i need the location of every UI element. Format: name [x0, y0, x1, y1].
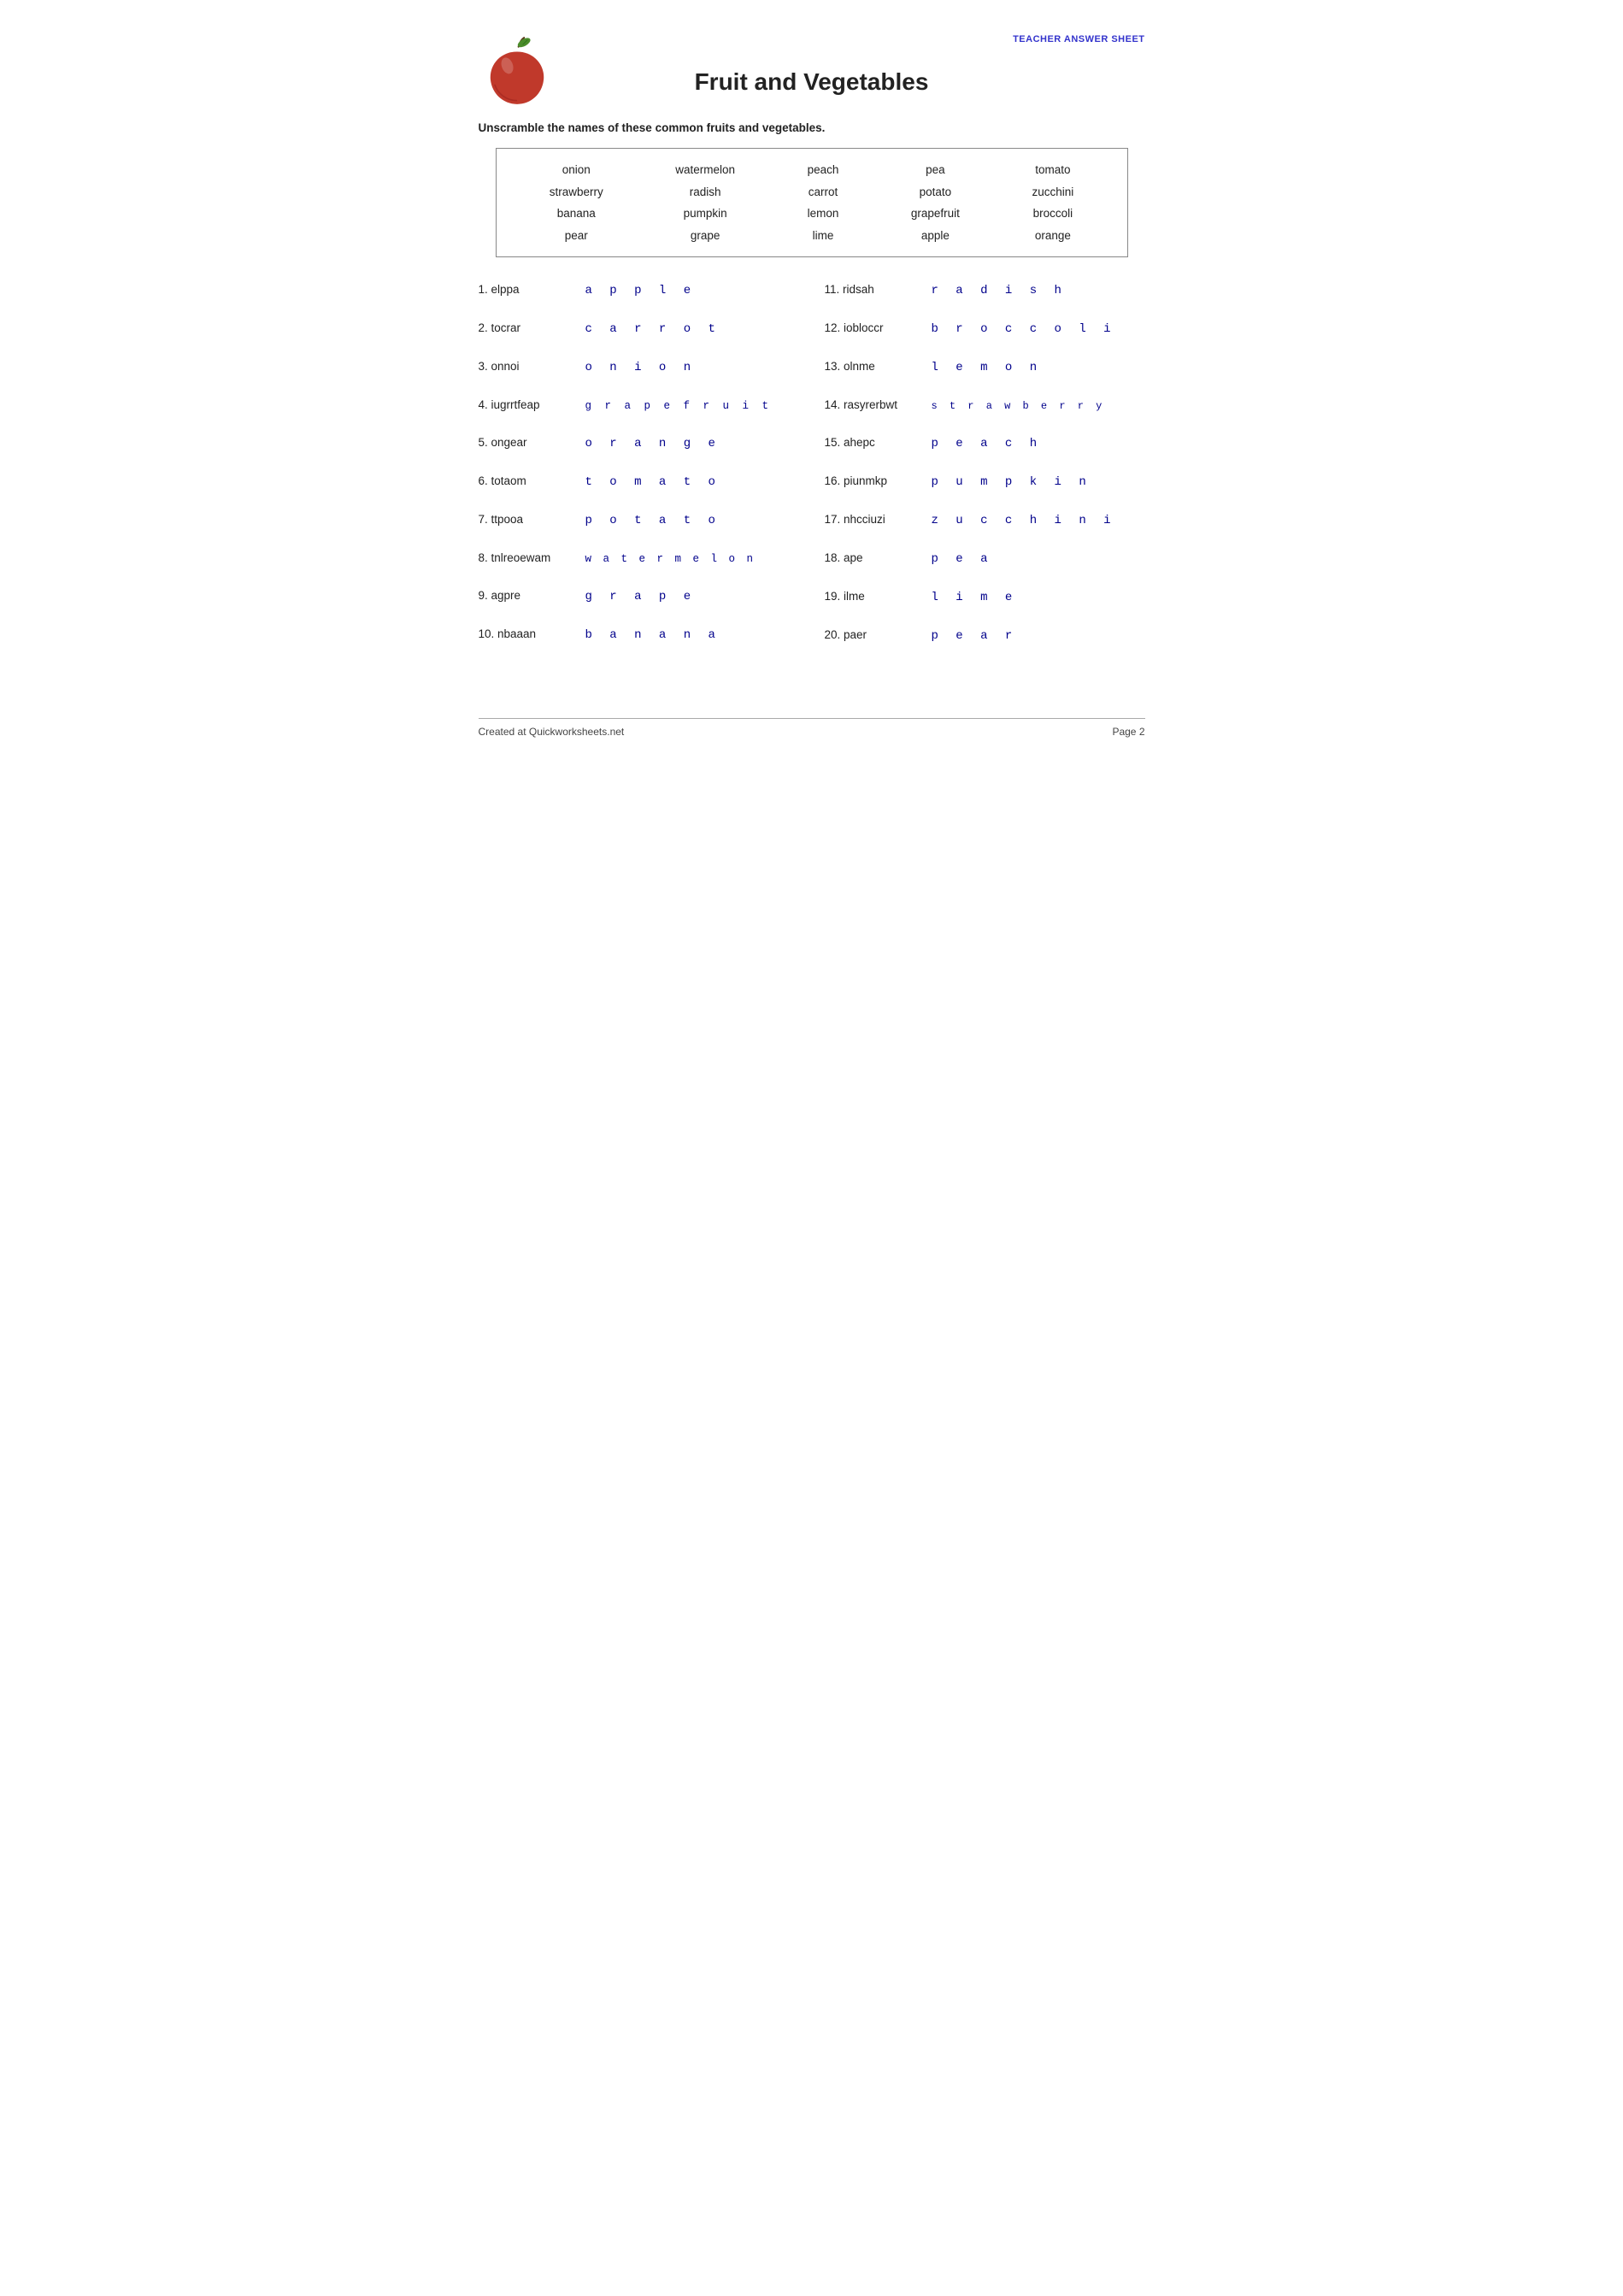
question-number: 10. nbaaan — [479, 627, 560, 640]
word-col-3: peach carrot lemon lime — [808, 161, 839, 244]
question-answer: l i m e — [932, 591, 1145, 604]
questions-section: 1. elppa a p p l e 2. tocrar c a r r o t… — [479, 283, 1145, 667]
questions-right-col: 11. ridsah r a d i s h 12. iobloccr b r … — [816, 283, 1145, 667]
question-number: 9. agpre — [479, 589, 560, 602]
question-number: 19. ilme — [825, 590, 906, 603]
question-answer: r a d i s h — [932, 284, 1145, 297]
question-answer: o r a n g e — [585, 437, 799, 450]
word-bank-inner: onion strawberry banana pear watermelon … — [514, 161, 1110, 244]
question-answer: l e m o n — [932, 361, 1145, 374]
question-row: 7. ttpooa p o t a t o — [479, 513, 799, 527]
question-answer: g r a p e f r u i t — [585, 400, 799, 412]
word-col-5: tomato zucchini broccoli orange — [1032, 161, 1073, 244]
question-number: 11. ridsah — [825, 283, 906, 296]
question-answer: p o t a t o — [585, 514, 799, 527]
question-row: 19. ilme l i m e — [825, 590, 1145, 604]
question-row: 2. tocrar c a r r o t — [479, 321, 799, 336]
question-number: 8. tnlreoewam — [479, 551, 560, 564]
question-answer: p e a c h — [932, 437, 1145, 450]
question-answer: g r a p e — [585, 590, 799, 603]
question-answer: t o m a t o — [585, 475, 799, 489]
question-row: 16. piunmkp p u m p k i n — [825, 474, 1145, 489]
question-row: 5. ongear o r a n g e — [479, 436, 799, 450]
question-answer: z u c c h i n i — [932, 514, 1145, 527]
question-answer: p e a r — [932, 629, 1145, 643]
footer-left: Created at Quickworksheets.net — [479, 726, 625, 738]
question-number: 15. ahepc — [825, 436, 906, 449]
questions-left-col: 1. elppa a p p l e 2. tocrar c a r r o t… — [479, 283, 816, 667]
page-header: Fruit and Vegetables TEACHER ANSWER SHEE… — [479, 34, 1145, 96]
question-number: 5. ongear — [479, 436, 560, 449]
question-answer: o n i o n — [585, 361, 799, 374]
question-number: 17. nhcciuzi — [825, 513, 906, 526]
question-number: 16. piunmkp — [825, 474, 906, 487]
question-row: 10. nbaaan b a n a n a — [479, 627, 799, 642]
question-row: 15. ahepc p e a c h — [825, 436, 1145, 450]
question-number: 7. ttpooa — [479, 513, 560, 526]
question-row: 1. elppa a p p l e — [479, 283, 799, 297]
page-footer: Created at Quickworksheets.net Page 2 — [479, 718, 1145, 738]
question-number: 2. tocrar — [479, 321, 560, 334]
question-answer: w a t e r m e l o n — [585, 553, 799, 565]
instruction-text: Unscramble the names of these common fru… — [479, 121, 1145, 134]
word-bank-box: onion strawberry banana pear watermelon … — [496, 148, 1128, 257]
page-title: Fruit and Vegetables — [695, 60, 929, 96]
question-number: 4. iugrrtfeap — [479, 398, 560, 411]
question-number: 3. onnoi — [479, 360, 560, 373]
question-row: 11. ridsah r a d i s h — [825, 283, 1145, 297]
question-number: 20. paer — [825, 628, 906, 641]
question-answer: p u m p k i n — [932, 475, 1145, 489]
question-row: 12. iobloccr b r o c c o l i — [825, 321, 1145, 336]
question-row: 20. paer p e a r — [825, 628, 1145, 643]
question-answer: s t r a w b e r r y — [932, 400, 1145, 412]
question-row: 18. ape p e a — [825, 551, 1145, 566]
question-number: 12. iobloccr — [825, 321, 906, 334]
question-row: 14. rasyrerbwt s t r a w b e r r y — [825, 398, 1145, 412]
question-number: 6. totaom — [479, 474, 560, 487]
question-number: 18. ape — [825, 551, 906, 564]
question-row: 4. iugrrtfeap g r a p e f r u i t — [479, 398, 799, 412]
word-col-4: pea potato grapefruit apple — [911, 161, 960, 244]
footer-right: Page 2 — [1112, 726, 1144, 738]
question-answer: b a n a n a — [585, 628, 799, 642]
word-col-2: watermelon radish pumpkin grape — [675, 161, 735, 244]
question-row: 9. agpre g r a p e — [479, 589, 799, 603]
question-number: 14. rasyrerbwt — [825, 398, 906, 411]
question-row: 8. tnlreoewam w a t e r m e l o n — [479, 551, 799, 565]
question-number: 13. olnme — [825, 360, 906, 373]
question-row: 13. olnme l e m o n — [825, 360, 1145, 374]
question-answer: b r o c c o l i — [932, 322, 1145, 336]
question-answer: p e a — [932, 552, 1145, 566]
apple-icon — [479, 34, 556, 115]
question-answer: a p p l e — [585, 284, 799, 297]
teacher-label: TEACHER ANSWER SHEET — [1013, 34, 1144, 44]
question-answer: c a r r o t — [585, 322, 799, 336]
question-number: 1. elppa — [479, 283, 560, 296]
question-row: 6. totaom t o m a t o — [479, 474, 799, 489]
word-col-1: onion strawberry banana pear — [550, 161, 603, 244]
question-row: 17. nhcciuzi z u c c h i n i — [825, 513, 1145, 527]
question-row: 3. onnoi o n i o n — [479, 360, 799, 374]
